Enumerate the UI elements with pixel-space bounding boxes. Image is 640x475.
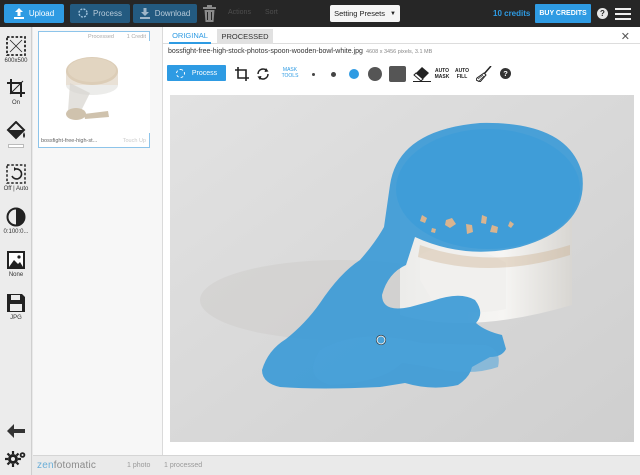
mask-tools-button[interactable]: MASK TOOLS (280, 67, 300, 79)
crop-size-label: 600x500 (4, 58, 28, 64)
download-label: Download (154, 9, 191, 18)
process-image-label: Process (191, 69, 218, 77)
file-info: 4608 x 3456 pixels, 3.1 MB (365, 49, 433, 55)
file-title: bossfight-free-high-stock-photos-spoon-w… (168, 48, 432, 55)
image-effect-icon (7, 251, 25, 269)
floppy-disk-icon (7, 294, 25, 312)
auto-fix-label: Off | Auto (3, 186, 29, 192)
crop-tool[interactable]: On (0, 78, 32, 106)
chevron-down-icon: ▼ (389, 10, 396, 17)
trash-icon[interactable] (203, 5, 216, 22)
download-button[interactable]: Download (133, 4, 197, 23)
auto-fix-icon (6, 164, 26, 184)
actions-menu[interactable]: Actions (228, 9, 251, 16)
crop-icon (7, 79, 25, 97)
rotate-icon[interactable] (256, 67, 270, 81)
broom-icon[interactable] (476, 66, 492, 82)
download-icon (139, 8, 150, 19)
crop-icon[interactable] (235, 67, 249, 81)
process-label: Process (93, 9, 122, 18)
mask-help-icon[interactable]: ? (500, 68, 511, 79)
credits-count: 10 credits (493, 9, 531, 18)
brush-size-l[interactable] (368, 67, 382, 81)
preset-label: Setting Presets (334, 9, 385, 18)
auto-fix-tool[interactable]: Off | Auto (0, 164, 32, 192)
brush-size-m[interactable] (349, 69, 359, 79)
mask-toolbar: Process MASK TOOLS AUTO MASK AUTO FILL ? (163, 61, 640, 85)
logo-prefix: zen (37, 460, 54, 471)
hamburger-menu-icon[interactable] (615, 8, 631, 20)
left-toolbar: 600x500 On Off | Auto 0:100:0... None JP… (0, 27, 32, 475)
back-button[interactable] (0, 424, 32, 438)
buy-credits-button[interactable]: BUY CREDITS (535, 4, 591, 23)
auto-fill-label-2: FILL (456, 74, 468, 80)
settings-button[interactable] (0, 450, 32, 468)
brush-size-s[interactable] (331, 72, 336, 77)
thumbnail-status: Processed (88, 34, 114, 40)
background-color-swatch[interactable] (8, 144, 24, 148)
contrast-label: 0:100:0... (3, 229, 29, 235)
thumbnail-panel: Processed 1 Credit bossfight-free-high-s… (33, 27, 163, 455)
upload-label: Upload (28, 9, 55, 18)
photo-thumbnail[interactable]: Processed 1 Credit bossfight-free-high-s… (38, 31, 150, 148)
auto-mask-button[interactable]: AUTO MASK (433, 68, 451, 80)
sort-menu[interactable]: Sort (265, 9, 278, 16)
auto-mask-label-2: MASK (434, 74, 450, 80)
editor-panel: ORIGINAL PROCESSED ✕ bossfight-free-high… (163, 27, 640, 455)
contrast-tool[interactable]: 0:100:0... (0, 207, 32, 235)
upload-icon (13, 8, 24, 19)
brush-size-xl[interactable] (389, 66, 406, 82)
setting-presets-dropdown[interactable]: Setting Presets ▼ (330, 5, 400, 22)
brush-size-xs[interactable] (312, 73, 315, 76)
thumbnail-cost: 1 Credit (126, 34, 146, 40)
filename-text: bossfight-free-high-stock-photos-spoon-w… (168, 48, 363, 55)
close-icon[interactable]: ✕ (621, 30, 630, 43)
format-label: JPG (10, 315, 22, 321)
status-bar: zenfotomatic 1 photo 1 processed (33, 455, 640, 475)
background-fill-tool[interactable] (0, 121, 32, 148)
process-image-button[interactable]: Process (167, 65, 226, 81)
thumbnail-filename: bossfight-free-high-st... (41, 138, 98, 144)
thumbnail-image (40, 41, 150, 133)
process-button[interactable]: Process (70, 4, 130, 23)
crop-size-icon (6, 36, 26, 56)
gears-icon (5, 451, 26, 467)
tab-original[interactable]: ORIGINAL (169, 29, 211, 44)
top-bar: Upload Process Download Actions Sort Set… (0, 0, 640, 27)
logo-suffix: fotomatic (53, 460, 97, 471)
crop-label: On (11, 100, 20, 106)
photo-count: 1 photo (127, 462, 151, 469)
format-tool[interactable]: JPG (0, 293, 32, 321)
touch-up-button[interactable]: Touch Up (123, 138, 146, 144)
auto-fill-button[interactable]: AUTO FILL (454, 68, 470, 80)
help-icon[interactable]: ? (597, 8, 608, 19)
image-canvas[interactable] (170, 95, 634, 442)
spinner-icon (78, 8, 88, 19)
eraser-icon[interactable] (413, 66, 431, 82)
tab-processed[interactable]: PROCESSED (217, 29, 273, 44)
contrast-icon (6, 207, 26, 227)
photo-with-mask (170, 95, 634, 442)
spinner-icon (175, 68, 185, 78)
view-tabs: ORIGINAL PROCESSED ✕ (163, 27, 640, 44)
mask-tools-label-2: TOOLS (281, 73, 299, 79)
effect-tool[interactable]: None (0, 250, 32, 278)
effect-label: None (8, 272, 24, 278)
upload-button[interactable]: Upload (4, 4, 64, 23)
processed-count: 1 processed (164, 462, 203, 469)
arrow-left-icon (7, 424, 25, 438)
paint-bucket-icon (6, 121, 26, 140)
crop-size-tool[interactable]: 600x500 (0, 36, 32, 64)
zenfotomatic-logo: zenfotomatic (37, 460, 96, 471)
